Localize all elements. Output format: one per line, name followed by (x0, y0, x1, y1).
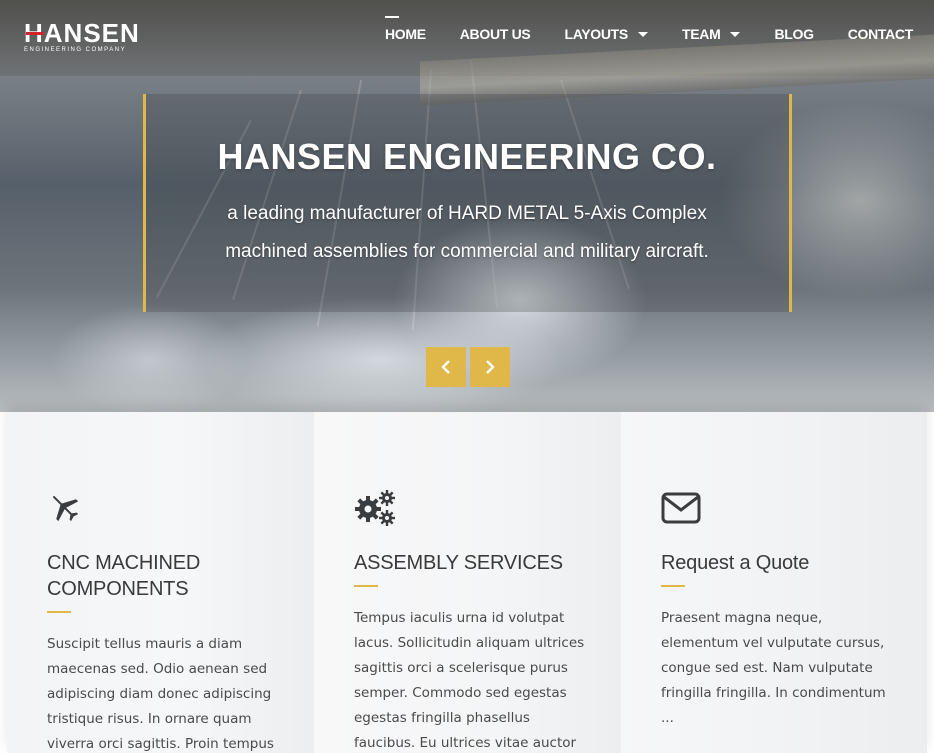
feature-text-line: Praesent magna neque, (661, 610, 823, 626)
nav-contact[interactable]: CONTACT (847, 26, 914, 42)
gears-icon (355, 490, 395, 526)
feature-text-line: sagittis orci a scelerisque purus (354, 660, 568, 676)
site-logo[interactable]: HANSEN ENGINEERING COMPANY (24, 18, 158, 53)
feature-card-assembly: ASSEMBLY SERVICES Tempus iaculis urna id… (314, 412, 621, 753)
feature-text-line: congue sed est. Nam vulputate (661, 660, 873, 676)
chevron-right-icon (486, 360, 495, 374)
feature-text-line: Suscipit tellus mauris a diam (47, 636, 243, 652)
feature-text-line: semper. Commodo sed egestas (354, 685, 567, 701)
hero-title: HANSEN ENGINEERING CO. (217, 136, 717, 177)
feature-title-line: ASSEMBLY SERVICES (354, 552, 563, 574)
feature-description: Tempus iaculis urna id volutpat lacus. S… (354, 606, 590, 753)
feature-description: Suscipit tellus mauris a diam maecenas s… (47, 632, 283, 753)
feature-card-quote: Request a Quote Praesent magna neque, el… (621, 412, 927, 753)
nav-layouts-label: LAYOUTS (564, 26, 628, 42)
logo-accent-bar (26, 32, 44, 35)
feature-card-cnc: CNC MACHINED COMPONENTS Suscipit tellus … (7, 412, 314, 753)
feature-text-line: elementum vel vulputate cursus, (661, 635, 885, 651)
feature-divider (354, 585, 378, 587)
feature-title-line: Request a Quote (661, 552, 810, 574)
feature-divider (47, 611, 71, 613)
feature-title-line: COMPONENTS (47, 578, 189, 600)
feature-title: ASSEMBLY SERVICES (354, 550, 594, 576)
logo-wordmark: HANSEN (24, 18, 140, 48)
nav-blog[interactable]: BLOG (774, 26, 814, 42)
chevron-left-icon (441, 360, 450, 374)
nav-team[interactable]: TEAM (681, 26, 741, 42)
feature-text-line: adipiscing diam donec adipiscing (47, 686, 272, 702)
feature-text-line: lacus. Sollicitudin aliquam ultrices (354, 635, 585, 651)
nav-about-us[interactable]: ABOUT US (460, 26, 531, 42)
feature-text-line: Tempus iaculis urna id volutpat (354, 610, 565, 626)
feature-title: Request a Quote (661, 550, 901, 576)
feature-divider (661, 585, 685, 587)
caret-down-icon (637, 31, 648, 37)
feature-description: Praesent magna neque, elementum vel vulp… (661, 606, 897, 731)
feature-text-line: viverra orci sagittis. Proin tempus (47, 736, 274, 752)
envelope-icon (661, 492, 701, 524)
feature-text-line: maecenas sed. Odio aenean sed (47, 661, 268, 677)
hero-subtitle-line: a leading manufacturer of HARD METAL 5-A… (227, 203, 707, 224)
nav-home[interactable]: HOME (384, 16, 426, 42)
feature-text-line: egestas fringilla phasellus (354, 710, 530, 726)
feature-text-line: fringilla fringilla. In condimentum (661, 685, 886, 701)
slider-next-button[interactable] (470, 347, 510, 387)
hero-subtitle-line: machined assemblies for commercial and m… (225, 241, 709, 262)
nav-blog-label: BLOG (774, 26, 814, 42)
nav-layouts[interactable]: LAYOUTS (564, 26, 648, 42)
nav-team-label: TEAM (681, 26, 721, 42)
caret-down-icon (730, 31, 741, 37)
hero-slider: HANSEN ENGINEERING CO. a leading manufac… (0, 0, 934, 412)
feature-title: CNC MACHINED COMPONENTS (47, 550, 287, 602)
plane-icon (53, 496, 79, 522)
feature-text-line: ... (661, 710, 674, 726)
nav-home-label: HOME (384, 26, 426, 42)
main-navigation: HOME ABOUT US LAYOUTS TEAM BLOG CONTACT (384, 16, 914, 42)
nav-contact-label: CONTACT (847, 26, 914, 42)
feature-text-line: faucibus. Eu ultrices vitae auctor (354, 735, 577, 751)
nav-about-label: ABOUT US (459, 26, 531, 42)
features-section: CNC MACHINED COMPONENTS Suscipit tellus … (7, 412, 927, 753)
slider-prev-button[interactable] (426, 347, 466, 387)
hero-subtitle: a leading manufacturer of HARD METAL 5-A… (180, 195, 754, 271)
feature-text-line: tristique risus. In ornare quam (47, 711, 252, 727)
feature-title-line: CNC MACHINED (47, 552, 201, 574)
